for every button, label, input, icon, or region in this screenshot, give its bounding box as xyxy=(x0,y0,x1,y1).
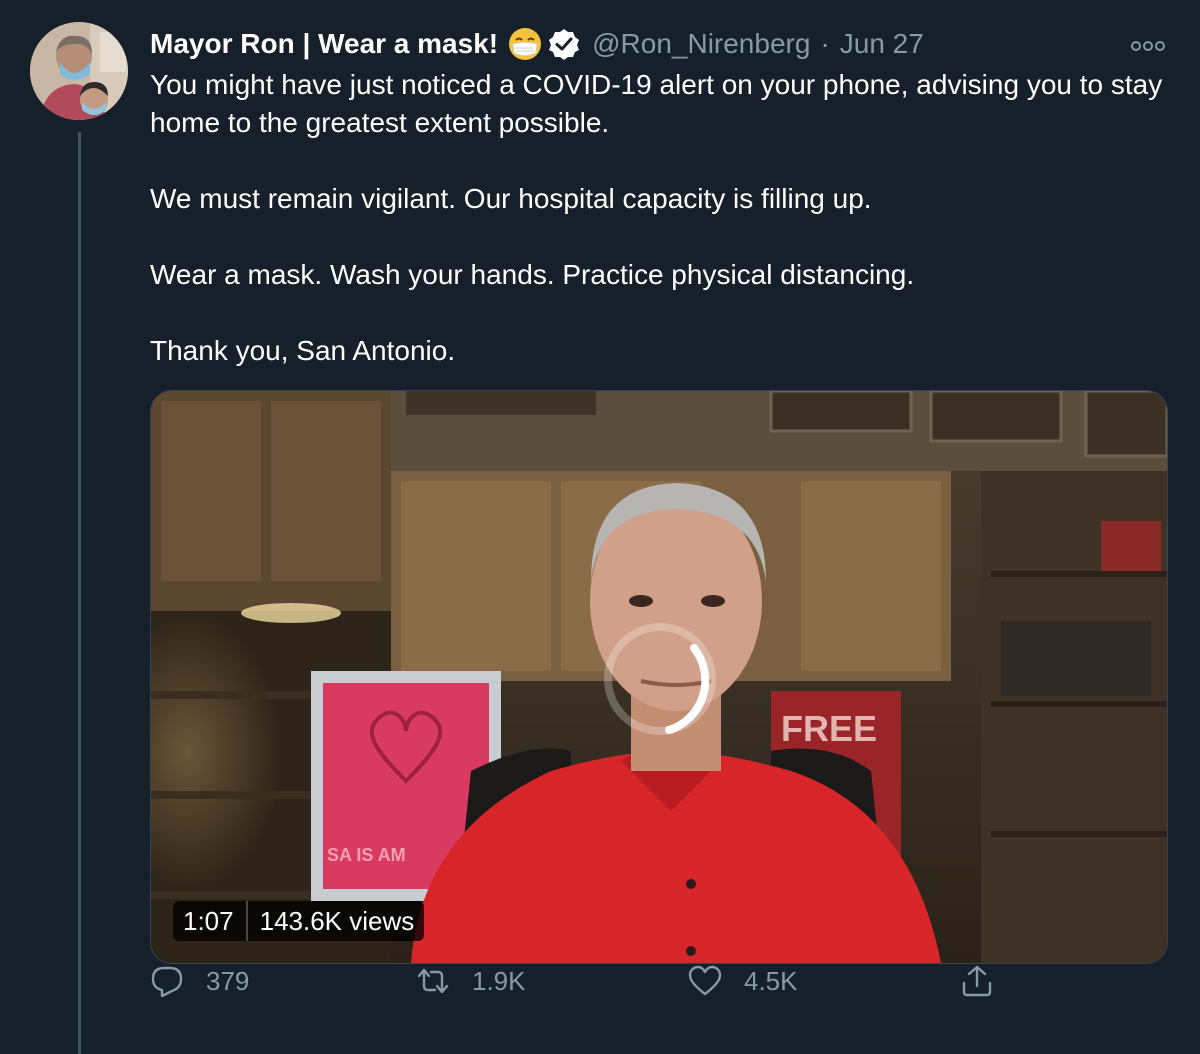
share-button[interactable] xyxy=(960,956,994,1006)
verified-badge-icon xyxy=(548,28,580,60)
reply-icon xyxy=(151,966,183,998)
tweet-paragraph: Thank you, San Antonio. xyxy=(150,335,456,366)
video-player[interactable]: SA IS AM FREE 1:07 143.6K views xyxy=(150,390,1168,964)
retweet-icon xyxy=(417,968,449,994)
tweet-actions: 379 1.9K 4.5K xyxy=(150,956,1170,1006)
tweet-paragraph: You might have just noticed a COVID-19 a… xyxy=(150,69,1163,138)
reply-button[interactable]: 379 xyxy=(150,956,249,1006)
tweet-content: Mayor Ron | Wear a mask! @Ron_Nirenberg xyxy=(150,24,1170,964)
badge-divider xyxy=(245,901,248,941)
author-avatar[interactable] xyxy=(30,22,128,120)
more-icon[interactable] xyxy=(1131,38,1165,54)
avatar-image xyxy=(30,22,128,120)
tweet-date[interactable]: Jun 27 xyxy=(840,28,924,60)
tweet-text: You might have just noticed a COVID-19 a… xyxy=(150,66,1170,370)
author-handle[interactable]: @Ron_Nirenberg xyxy=(592,28,810,60)
loading-spinner-icon xyxy=(604,623,716,735)
poster-text-right: FREE xyxy=(781,708,877,749)
header-separator: · xyxy=(820,28,830,59)
tweet[interactable]: Mayor Ron | Wear a mask! @Ron_Nirenberg xyxy=(0,0,1200,1054)
reply-count: 379 xyxy=(206,965,250,996)
tweet-paragraph: Wear a mask. Wash your hands. Practice p… xyxy=(150,259,915,290)
retweet-count: 1.9K xyxy=(472,965,526,996)
tweet-header: Mayor Ron | Wear a mask! @Ron_Nirenberg xyxy=(150,24,1170,64)
like-button[interactable]: 4.5K xyxy=(688,956,798,1006)
author-display-name[interactable]: Mayor Ron | Wear a mask! xyxy=(150,28,498,60)
video-info-badge: 1:07 143.6K views xyxy=(173,901,425,941)
poster-text-left: SA IS AM xyxy=(327,845,406,865)
video-duration: 1:07 xyxy=(183,905,234,936)
like-count: 4.5K xyxy=(744,965,798,996)
tweet-paragraph: We must remain vigilant. Our hospital ca… xyxy=(150,183,872,214)
thread-line xyxy=(78,132,81,1054)
face-with-mask-emoji-icon xyxy=(508,27,542,61)
retweet-button[interactable]: 1.9K xyxy=(416,956,526,1006)
heart-icon xyxy=(688,965,722,996)
share-icon xyxy=(962,965,992,997)
video-views: 143.6K views xyxy=(259,905,415,936)
